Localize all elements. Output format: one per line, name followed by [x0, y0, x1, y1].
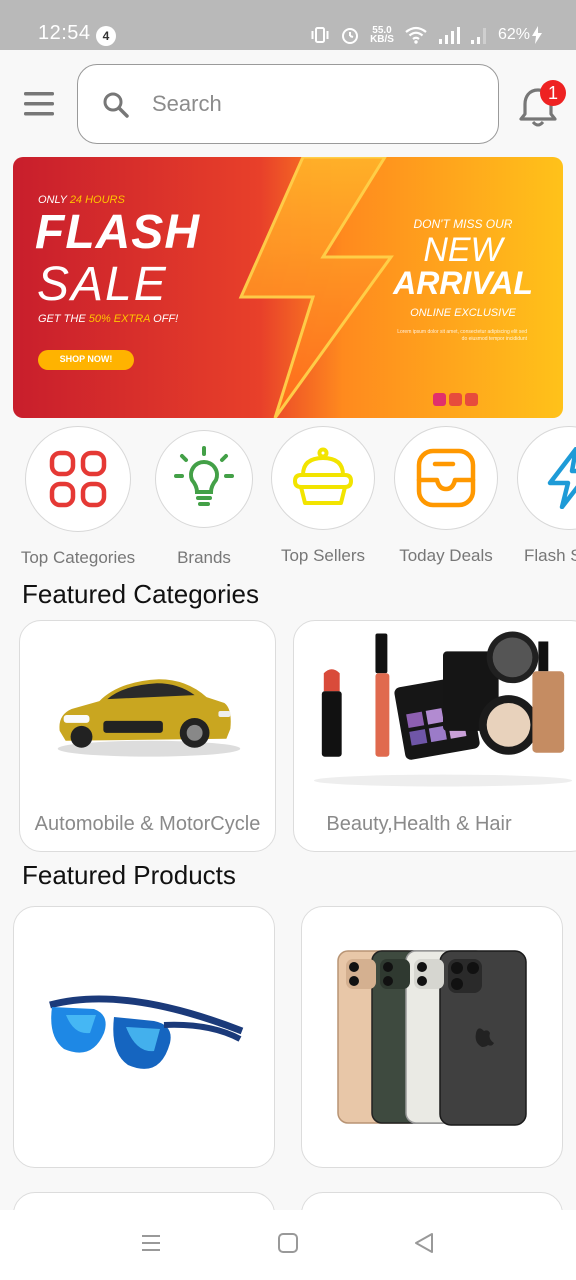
- notification-badge: 1: [540, 80, 566, 106]
- cupcake-icon: [293, 447, 353, 505]
- banner-title-sale: SALE: [37, 258, 168, 311]
- featured-products-title: Featured Products: [22, 860, 236, 890]
- flash-sale-banner[interactable]: ONLY 24 HOURS FLASH SALE GET THE 50% EXT…: [13, 157, 563, 418]
- twitter-icon[interactable]: [465, 393, 478, 406]
- menu-icon[interactable]: [22, 90, 56, 118]
- blue-sunglasses-image: [49, 995, 244, 1069]
- cosmetics-image: [313, 631, 573, 787]
- shop-now-button[interactable]: SHOP NOW!: [38, 354, 134, 364]
- lightbulb-icon: [174, 446, 234, 506]
- product-card-iphone[interactable]: [301, 906, 563, 1168]
- facebook-icon[interactable]: [449, 393, 462, 406]
- quick-item-top-categories[interactable]: Top Categories: [13, 426, 143, 568]
- quick-item-flash-sale[interactable]: Flash S: [504, 426, 576, 566]
- quick-item-top-sellers[interactable]: Top Sellers: [258, 426, 388, 566]
- status-icons: 55.0 KB/S 62%: [310, 22, 542, 48]
- category-card-automobile[interactable]: Automobile & MotorCycle: [19, 620, 276, 852]
- signal-icon: [438, 27, 460, 44]
- yellow-car-image: [57, 679, 241, 757]
- search-bar[interactable]: [77, 64, 499, 144]
- quick-categories: Top Categories Brands Top Sellers Today …: [0, 426, 576, 576]
- iphone-image: [337, 950, 527, 1126]
- home-icon[interactable]: [277, 1232, 299, 1254]
- instagram-icon[interactable]: [433, 393, 446, 406]
- battery-level: 62%: [497, 26, 530, 43]
- notifications-button[interactable]: 1: [518, 80, 570, 130]
- back-icon[interactable]: [413, 1232, 435, 1254]
- grid-icon: [49, 450, 107, 508]
- system-nav-bar: [0, 1210, 576, 1280]
- notification-count-badge: 4: [96, 26, 116, 46]
- quick-item-today-deals[interactable]: Today Deals: [381, 426, 511, 566]
- search-input[interactable]: [152, 87, 472, 121]
- status-time: 12:54: [38, 22, 91, 44]
- charging-icon: [532, 26, 542, 44]
- lightning-icon: [547, 447, 576, 509]
- network-speed: 55.0 KB/S: [370, 25, 394, 45]
- vibrate-icon: [311, 27, 329, 43]
- status-bar: 12:54 4 55.0 KB/S 62%: [0, 0, 576, 50]
- category-card-beauty[interactable]: Beauty,Health & Hair: [293, 620, 576, 852]
- recent-apps-icon[interactable]: [140, 1232, 162, 1254]
- alarm-icon: [342, 28, 359, 44]
- wifi-icon: [405, 26, 427, 44]
- quick-item-brands[interactable]: Brands: [139, 426, 269, 568]
- inbox-icon: [416, 448, 476, 508]
- featured-categories-title: Featured Categories: [22, 579, 260, 609]
- banner-title-flash: FLASH: [35, 206, 200, 259]
- social-icons: [433, 393, 478, 406]
- search-icon: [103, 92, 129, 118]
- signal-2-icon: [470, 28, 486, 44]
- product-card-sunglasses[interactable]: [13, 906, 275, 1168]
